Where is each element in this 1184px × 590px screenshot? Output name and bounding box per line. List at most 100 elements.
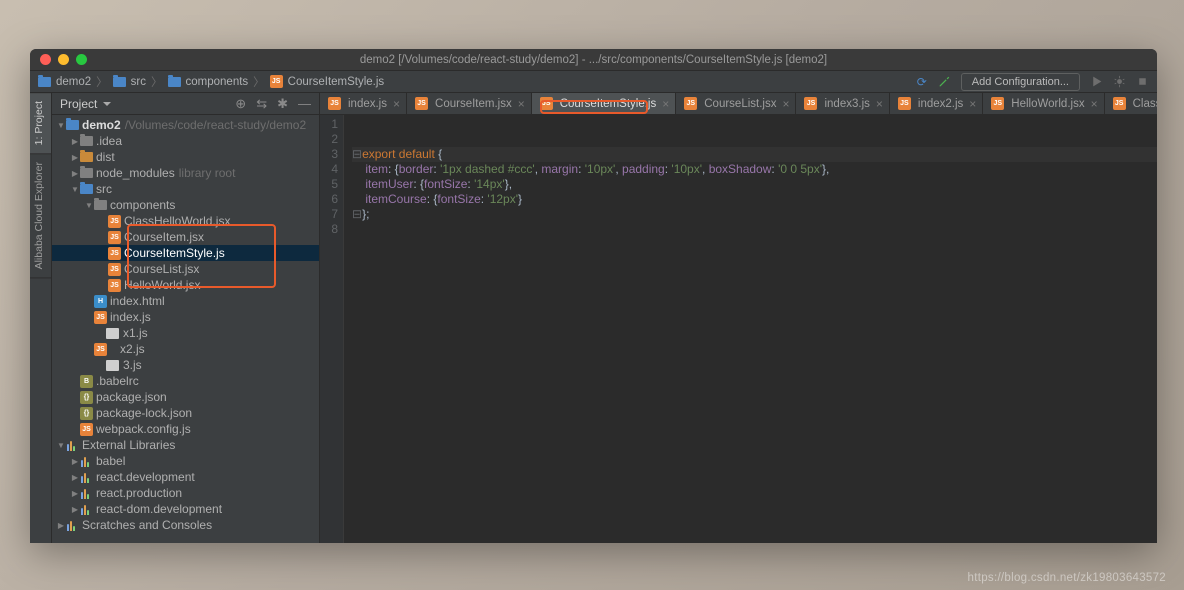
tree-item[interactable]: react.development: [52, 469, 319, 485]
editor-tab[interactable]: JSHelloWorld.jsx×: [983, 93, 1104, 114]
folder-icon: [94, 200, 107, 210]
js-file-icon: JS: [270, 75, 283, 88]
jsx-file-icon: JS: [108, 263, 121, 276]
tree-item[interactable]: 3.js: [52, 357, 319, 373]
tree-item[interactable]: dist: [52, 149, 319, 165]
tree-item[interactable]: External Libraries: [52, 437, 319, 453]
tree-item-selected[interactable]: JSCourseItemStyle.js: [52, 245, 319, 261]
tree-item[interactable]: Hindex.html: [52, 293, 319, 309]
tree-item[interactable]: Scratches and Consoles: [52, 517, 319, 533]
jsx-file-icon: JS: [108, 279, 121, 292]
ide-window: demo2 [/Volumes/code/react-study/demo2] …: [30, 49, 1157, 543]
add-configuration-button[interactable]: Add Configuration...: [961, 73, 1080, 91]
tree-item[interactable]: node_moduleslibrary root: [52, 165, 319, 181]
close-tab-icon[interactable]: ×: [662, 97, 669, 111]
editor-tabs: JSindex.js× JSCourseItem.jsx× JSCourseIt…: [320, 93, 1157, 115]
breadcrumb[interactable]: demo2 〉 src 〉 components 〉 JSCourseItemS…: [38, 74, 384, 90]
tree-item[interactable]: src: [52, 181, 319, 197]
tree-item[interactable]: babel: [52, 453, 319, 469]
scratches-icon: [66, 520, 78, 531]
editor-tab[interactable]: JSindex.js×: [320, 93, 407, 114]
js-file-icon: JS: [94, 311, 107, 324]
folder-icon: [168, 77, 181, 87]
folder-icon: [80, 152, 93, 162]
minimize-window-button[interactable]: [58, 54, 69, 65]
watermark: https://blog.csdn.net/zk19803643572: [968, 572, 1166, 584]
folder-icon: [38, 77, 51, 87]
project-tree[interactable]: demo2/Volumes/code/react-study/demo2 .id…: [52, 115, 319, 543]
locate-icon[interactable]: ⊕: [235, 96, 246, 112]
folder-icon: [66, 120, 79, 130]
library-icon: [80, 456, 92, 467]
code-editor[interactable]: 12345678 ⊟export default { item: {border…: [320, 115, 1157, 543]
editor-tab[interactable]: JSindex2.js×: [890, 93, 983, 114]
tree-item[interactable]: {}package-lock.json: [52, 405, 319, 421]
tree-item[interactable]: react.production: [52, 485, 319, 501]
tree-item[interactable]: react-dom.development: [52, 501, 319, 517]
expand-all-icon[interactable]: ⇆: [256, 96, 267, 112]
close-tab-icon[interactable]: ×: [969, 97, 976, 111]
folder-icon: [80, 184, 93, 194]
tree-item[interactable]: JSx2.js: [52, 341, 319, 357]
editor-tab[interactable]: JSClassHelloWorld.jsx×: [1105, 93, 1157, 114]
collapse-all-icon[interactable]: —: [298, 96, 311, 112]
tree-root[interactable]: demo2/Volumes/code/react-study/demo2: [52, 117, 319, 133]
close-window-button[interactable]: [40, 54, 51, 65]
editor-tab[interactable]: JSindex3.js×: [796, 93, 889, 114]
json-file-icon: {}: [80, 407, 93, 420]
folder-icon: [113, 77, 126, 87]
tree-item[interactable]: JSHelloWorld.jsx: [52, 277, 319, 293]
tree-item[interactable]: components: [52, 197, 319, 213]
js-file-icon: JS: [94, 343, 107, 356]
editor-tab[interactable]: JSCourseList.jsx×: [676, 93, 796, 114]
editor-tab-active[interactable]: JSCourseItemStyle.js×: [532, 93, 677, 114]
settings-icon[interactable]: ✱: [277, 96, 288, 112]
maximize-window-button[interactable]: [76, 54, 87, 65]
jsx-file-icon: JS: [1113, 97, 1126, 110]
file-icon: [106, 328, 119, 339]
close-tab-icon[interactable]: ×: [518, 97, 525, 111]
debug-icon[interactable]: [1113, 75, 1126, 88]
tool-tab-project[interactable]: 1: Project: [30, 93, 51, 154]
close-tab-icon[interactable]: ×: [1091, 97, 1098, 111]
jsx-file-icon: JS: [991, 97, 1004, 110]
tree-item[interactable]: JSCourseItem.jsx: [52, 229, 319, 245]
code-content[interactable]: ⊟export default { item: {border: '1px da…: [344, 115, 1157, 543]
library-icon: [80, 472, 92, 483]
dropdown-icon[interactable]: [103, 100, 111, 108]
run-icon[interactable]: [1090, 75, 1103, 88]
js-file-icon: JS: [540, 97, 553, 110]
breadcrumb-item[interactable]: components: [186, 76, 249, 88]
navigation-bar: demo2 〉 src 〉 components 〉 JSCourseItemS…: [30, 71, 1157, 93]
tree-item[interactable]: JSClassHelloWorld.jsx: [52, 213, 319, 229]
breadcrumb-item[interactable]: CourseItemStyle.js: [288, 76, 385, 88]
tree-item[interactable]: B.babelrc: [52, 373, 319, 389]
folder-icon: [80, 136, 93, 146]
library-icon: [66, 440, 78, 451]
jsx-file-icon: JS: [108, 215, 121, 228]
breadcrumb-item[interactable]: demo2: [56, 76, 91, 88]
stop-icon[interactable]: [1136, 75, 1149, 88]
line-gutter: 12345678: [320, 115, 344, 543]
tree-item[interactable]: JSindex.js: [52, 309, 319, 325]
tree-item[interactable]: x1.js: [52, 325, 319, 341]
jsx-file-icon: JS: [108, 231, 121, 244]
project-tool-window: Project ⊕ ⇆ ✱ — demo2/Volumes/code/react…: [52, 93, 320, 543]
breadcrumb-item[interactable]: src: [131, 76, 146, 88]
vcs-update-icon[interactable]: ⟳: [917, 75, 927, 89]
close-tab-icon[interactable]: ×: [393, 97, 400, 111]
editor-tab[interactable]: JSCourseItem.jsx×: [407, 93, 532, 114]
tree-item[interactable]: JSwebpack.config.js: [52, 421, 319, 437]
close-tab-icon[interactable]: ×: [876, 97, 883, 111]
close-tab-icon[interactable]: ×: [782, 97, 789, 111]
editor-area: JSindex.js× JSCourseItem.jsx× JSCourseIt…: [320, 93, 1157, 543]
tree-item[interactable]: {}package.json: [52, 389, 319, 405]
jsx-file-icon: JS: [684, 97, 697, 110]
js-file-icon: JS: [108, 247, 121, 260]
build-icon[interactable]: [937, 75, 951, 89]
library-icon: [80, 504, 92, 515]
tree-item[interactable]: .idea: [52, 133, 319, 149]
tool-tab-cloud-explorer[interactable]: Alibaba Cloud Explorer: [30, 154, 51, 278]
json-file-icon: {}: [80, 391, 93, 404]
tree-item[interactable]: JSCourseList.jsx: [52, 261, 319, 277]
